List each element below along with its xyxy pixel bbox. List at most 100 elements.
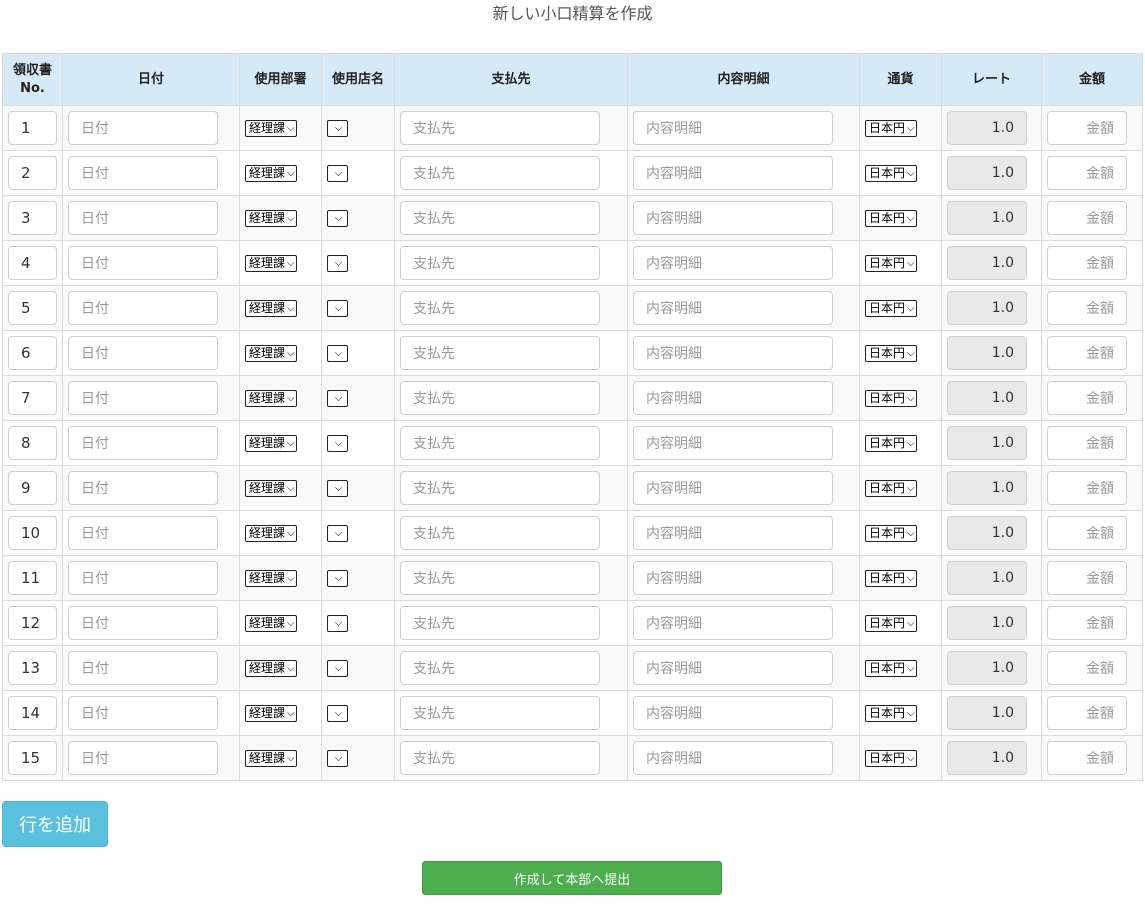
receipt-no-input[interactable]: 6 bbox=[8, 336, 57, 370]
amount-input[interactable]: 金額 bbox=[1047, 201, 1127, 235]
currency-select[interactable]: 日本円 ⌵ bbox=[865, 389, 917, 407]
payee-input[interactable]: 支払先 bbox=[400, 741, 600, 775]
payee-input[interactable]: 支払先 bbox=[400, 381, 600, 415]
currency-select[interactable]: 日本円 ⌵ bbox=[865, 434, 917, 452]
receipt-no-input[interactable]: 7 bbox=[8, 381, 57, 415]
payee-input[interactable]: 支払先 bbox=[400, 651, 600, 685]
department-select[interactable]: 経理課 ⌵ bbox=[245, 344, 297, 362]
amount-input[interactable]: 金額 bbox=[1047, 156, 1127, 190]
description-input[interactable]: 内容明細 bbox=[633, 111, 833, 145]
date-input[interactable]: 日付 bbox=[68, 516, 218, 550]
store-select[interactable]: ⌵ bbox=[327, 164, 348, 182]
date-input[interactable]: 日付 bbox=[68, 696, 218, 730]
currency-select[interactable]: 日本円 ⌵ bbox=[865, 164, 917, 182]
receipt-no-input[interactable]: 1 bbox=[8, 111, 57, 145]
payee-input[interactable]: 支払先 bbox=[400, 246, 600, 280]
description-input[interactable]: 内容明細 bbox=[633, 201, 833, 235]
description-input[interactable]: 内容明細 bbox=[633, 291, 833, 325]
description-input[interactable]: 内容明細 bbox=[633, 696, 833, 730]
department-select[interactable]: 経理課 ⌵ bbox=[245, 479, 297, 497]
description-input[interactable]: 内容明細 bbox=[633, 471, 833, 505]
department-select[interactable]: 経理課 ⌵ bbox=[245, 704, 297, 722]
amount-input[interactable]: 金額 bbox=[1047, 741, 1127, 775]
receipt-no-input[interactable]: 14 bbox=[8, 696, 57, 730]
description-input[interactable]: 内容明細 bbox=[633, 381, 833, 415]
description-input[interactable]: 内容明細 bbox=[633, 606, 833, 640]
currency-select[interactable]: 日本円 ⌵ bbox=[865, 614, 917, 632]
date-input[interactable]: 日付 bbox=[68, 336, 218, 370]
date-input[interactable]: 日付 bbox=[68, 561, 218, 595]
amount-input[interactable]: 金額 bbox=[1047, 426, 1127, 460]
currency-select[interactable]: 日本円 ⌵ bbox=[865, 209, 917, 227]
payee-input[interactable]: 支払先 bbox=[400, 516, 600, 550]
receipt-no-input[interactable]: 8 bbox=[8, 426, 57, 460]
payee-input[interactable]: 支払先 bbox=[400, 426, 600, 460]
store-select[interactable]: ⌵ bbox=[327, 569, 348, 587]
store-select[interactable]: ⌵ bbox=[327, 524, 348, 542]
submit-button[interactable]: 作成して本部へ提出 bbox=[422, 861, 722, 895]
department-select[interactable]: 経理課 ⌵ bbox=[245, 119, 297, 137]
department-select[interactable]: 経理課 ⌵ bbox=[245, 569, 297, 587]
payee-input[interactable]: 支払先 bbox=[400, 201, 600, 235]
date-input[interactable]: 日付 bbox=[68, 606, 218, 640]
description-input[interactable]: 内容明細 bbox=[633, 156, 833, 190]
receipt-no-input[interactable]: 13 bbox=[8, 651, 57, 685]
department-select[interactable]: 経理課 ⌵ bbox=[245, 659, 297, 677]
amount-input[interactable]: 金額 bbox=[1047, 696, 1127, 730]
currency-select[interactable]: 日本円 ⌵ bbox=[865, 254, 917, 272]
department-select[interactable]: 経理課 ⌵ bbox=[245, 524, 297, 542]
description-input[interactable]: 内容明細 bbox=[633, 651, 833, 685]
currency-select[interactable]: 日本円 ⌵ bbox=[865, 524, 917, 542]
payee-input[interactable]: 支払先 bbox=[400, 291, 600, 325]
payee-input[interactable]: 支払先 bbox=[400, 156, 600, 190]
amount-input[interactable]: 金額 bbox=[1047, 336, 1127, 370]
date-input[interactable]: 日付 bbox=[68, 426, 218, 460]
store-select[interactable]: ⌵ bbox=[327, 344, 348, 362]
description-input[interactable]: 内容明細 bbox=[633, 741, 833, 775]
store-select[interactable]: ⌵ bbox=[327, 389, 348, 407]
date-input[interactable]: 日付 bbox=[68, 381, 218, 415]
payee-input[interactable]: 支払先 bbox=[400, 696, 600, 730]
currency-select[interactable]: 日本円 ⌵ bbox=[865, 749, 917, 767]
date-input[interactable]: 日付 bbox=[68, 201, 218, 235]
date-input[interactable]: 日付 bbox=[68, 111, 218, 145]
currency-select[interactable]: 日本円 ⌵ bbox=[865, 569, 917, 587]
receipt-no-input[interactable]: 15 bbox=[8, 741, 57, 775]
receipt-no-input[interactable]: 3 bbox=[8, 201, 57, 235]
description-input[interactable]: 内容明細 bbox=[633, 561, 833, 595]
department-select[interactable]: 経理課 ⌵ bbox=[245, 164, 297, 182]
department-select[interactable]: 経理課 ⌵ bbox=[245, 434, 297, 452]
amount-input[interactable]: 金額 bbox=[1047, 246, 1127, 280]
receipt-no-input[interactable]: 12 bbox=[8, 606, 57, 640]
store-select[interactable]: ⌵ bbox=[327, 704, 348, 722]
date-input[interactable]: 日付 bbox=[68, 471, 218, 505]
amount-input[interactable]: 金額 bbox=[1047, 471, 1127, 505]
currency-select[interactable]: 日本円 ⌵ bbox=[865, 119, 917, 137]
description-input[interactable]: 内容明細 bbox=[633, 516, 833, 550]
receipt-no-input[interactable]: 4 bbox=[8, 246, 57, 280]
store-select[interactable]: ⌵ bbox=[327, 614, 348, 632]
receipt-no-input[interactable]: 9 bbox=[8, 471, 57, 505]
department-select[interactable]: 経理課 ⌵ bbox=[245, 749, 297, 767]
store-select[interactable]: ⌵ bbox=[327, 254, 348, 272]
receipt-no-input[interactable]: 10 bbox=[8, 516, 57, 550]
add-row-button[interactable]: 行を追加 bbox=[2, 801, 108, 847]
date-input[interactable]: 日付 bbox=[68, 291, 218, 325]
currency-select[interactable]: 日本円 ⌵ bbox=[865, 299, 917, 317]
store-select[interactable]: ⌵ bbox=[327, 479, 348, 497]
payee-input[interactable]: 支払先 bbox=[400, 606, 600, 640]
receipt-no-input[interactable]: 11 bbox=[8, 561, 57, 595]
store-select[interactable]: ⌵ bbox=[327, 434, 348, 452]
payee-input[interactable]: 支払先 bbox=[400, 111, 600, 145]
department-select[interactable]: 経理課 ⌵ bbox=[245, 299, 297, 317]
date-input[interactable]: 日付 bbox=[68, 651, 218, 685]
amount-input[interactable]: 金額 bbox=[1047, 606, 1127, 640]
store-select[interactable]: ⌵ bbox=[327, 119, 348, 137]
store-select[interactable]: ⌵ bbox=[327, 659, 348, 677]
payee-input[interactable]: 支払先 bbox=[400, 336, 600, 370]
department-select[interactable]: 経理課 ⌵ bbox=[245, 254, 297, 272]
description-input[interactable]: 内容明細 bbox=[633, 336, 833, 370]
department-select[interactable]: 経理課 ⌵ bbox=[245, 209, 297, 227]
payee-input[interactable]: 支払先 bbox=[400, 561, 600, 595]
receipt-no-input[interactable]: 2 bbox=[8, 156, 57, 190]
